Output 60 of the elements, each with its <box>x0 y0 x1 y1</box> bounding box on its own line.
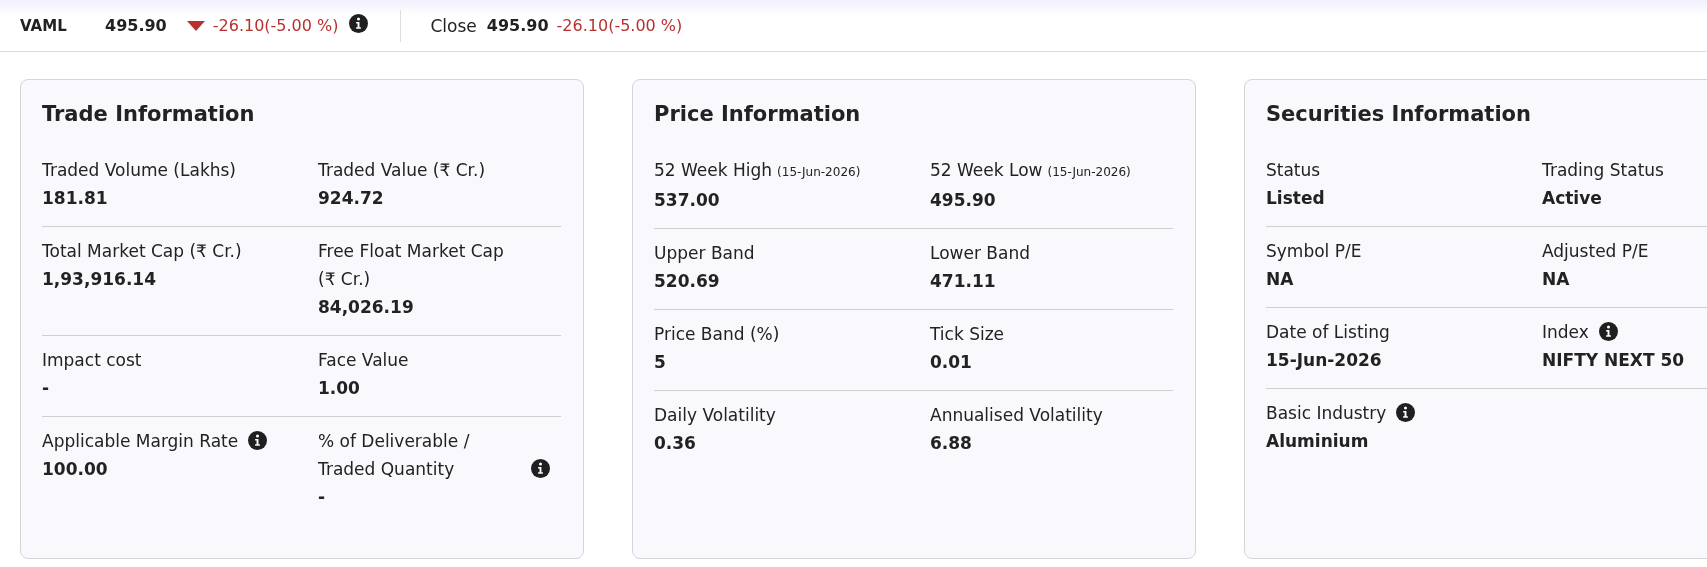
stock-price: 495.90 <box>105 16 167 35</box>
field-label: Face Value <box>318 349 409 372</box>
field-value: 15-Jun-2026 <box>1266 349 1383 372</box>
field-value: 537.00 <box>654 189 721 212</box>
field-label: Index <box>1542 321 1589 344</box>
field-value: 495.90 <box>930 189 997 212</box>
field-label: 52 Week Low (15-Jun-2026) <box>930 159 1131 182</box>
field-value: NIFTY NEXT 50 <box>1542 349 1686 372</box>
info-icon[interactable] <box>348 13 368 33</box>
field-value: NA <box>1266 268 1295 291</box>
field-label: % of Deliverable / Traded Quantity <box>318 430 471 481</box>
info-icon[interactable] <box>1598 322 1618 341</box>
info-icon[interactable] <box>1396 403 1416 422</box>
stock-symbol: VAML <box>20 16 68 35</box>
field-label: Date of Listing <box>1266 321 1390 344</box>
field-value: 181.81 <box>42 187 109 210</box>
field-label: Traded Value (₹ Cr.) <box>318 159 485 182</box>
close-label: Close <box>430 15 477 36</box>
field-value: - <box>42 377 51 400</box>
field-value: Listed <box>1266 187 1326 210</box>
field-value: 471.11 <box>930 270 997 293</box>
close-price: 495.90 <box>486 16 549 35</box>
close-change: -26.10(-5.00 %) <box>556 16 683 35</box>
field-value: 520.69 <box>654 270 721 293</box>
field-label: Trading Status <box>1542 159 1664 182</box>
field-label: 52 Week High (15-Jun-2026) <box>654 159 861 182</box>
field-label: Tick Size <box>930 323 1005 346</box>
card-title: Trade Information <box>42 102 256 126</box>
field-label: Annualised Volatility <box>930 404 1103 427</box>
field-value: 5 <box>654 351 667 374</box>
field-value: 100.00 <box>42 458 109 481</box>
field-value: Aluminium <box>1266 430 1370 453</box>
field-value: Active <box>1542 187 1603 210</box>
field-value: 6.88 <box>930 432 973 455</box>
field-label: Symbol P/E <box>1266 240 1362 263</box>
field-label: Total Market Cap (₹ Cr.) <box>42 240 242 263</box>
field-label: Free Float Market Cap (₹ Cr.) <box>318 240 505 291</box>
field-label: Daily Volatility <box>654 404 776 427</box>
price-change: -26.10(-5.00 %) <box>212 16 339 35</box>
card-title: Price Information <box>654 102 862 126</box>
field-value: 0.01 <box>930 351 973 374</box>
field-label: Upper Band <box>654 242 755 265</box>
field-label: Lower Band <box>930 242 1030 265</box>
field-label: Applicable Margin Rate <box>42 430 239 453</box>
field-value: 1,93,916.14 <box>42 268 157 291</box>
field-value: 0.36 <box>654 432 697 455</box>
field-label: Status <box>1266 159 1321 182</box>
field-label: Traded Volume (Lakhs) <box>42 159 236 182</box>
field-value: 924.72 <box>318 187 385 210</box>
field-value: 84,026.19 <box>318 296 415 319</box>
field-label: Basic Industry <box>1266 402 1387 425</box>
field-label: Adjusted P/E <box>1542 240 1649 263</box>
field-value: NA <box>1542 268 1571 291</box>
field-value: 1.00 <box>318 377 361 400</box>
card-title: Securities Information <box>1266 102 1532 126</box>
info-icon[interactable] <box>248 431 268 450</box>
info-icon[interactable] <box>531 459 550 478</box>
field-label: Price Band (%) <box>654 323 780 346</box>
field-label: Impact cost <box>42 349 142 372</box>
field-value: - <box>318 486 327 509</box>
